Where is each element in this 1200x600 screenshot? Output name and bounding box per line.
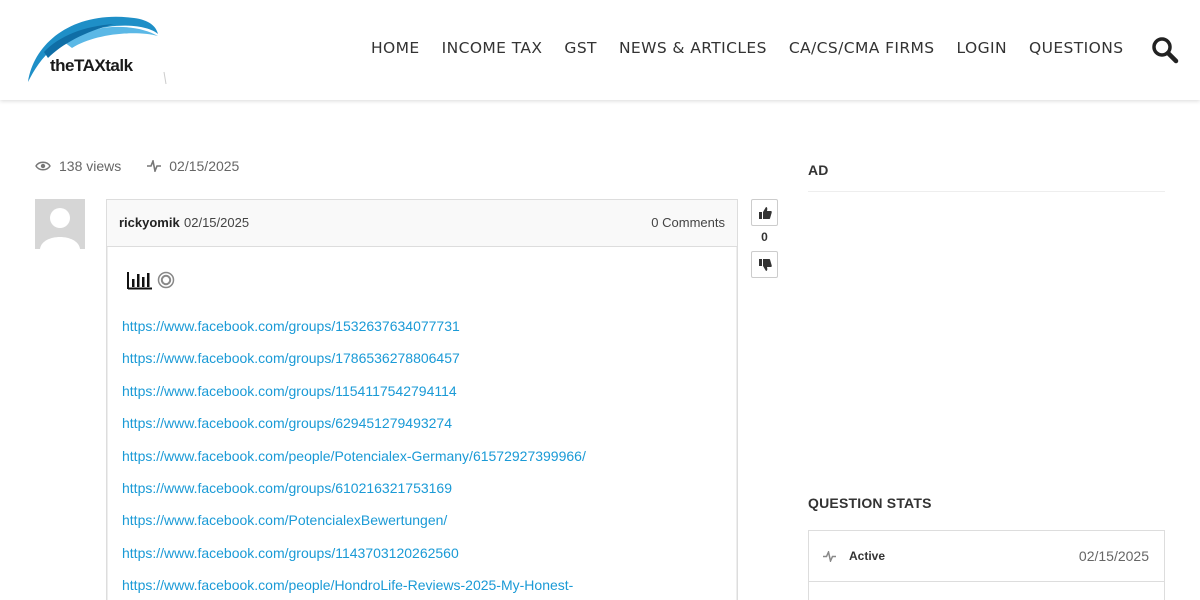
post-link[interactable]: https://www.facebook.com/groups/15326376… — [122, 316, 722, 336]
post-links: https://www.facebook.com/groups/15326376… — [122, 316, 722, 600]
post-header: rickyomik 02/15/2025 0 Comments — [107, 200, 737, 247]
site-header: theTAXtalk HOME INCOME TAX GST NEWS & AR… — [0, 0, 1200, 100]
bar-chart-icon — [127, 272, 152, 290]
question-post: rickyomik 02/15/2025 0 Comments https://… — [106, 199, 738, 600]
nav-questions[interactable]: QUESTIONS — [1018, 36, 1134, 60]
site-logo[interactable]: theTAXtalk — [24, 12, 169, 87]
stats-label: Active — [849, 549, 886, 563]
logo-text: theTAXtalk — [50, 56, 133, 75]
post-link[interactable]: https://www.facebook.com/PotencialexBewe… — [122, 510, 722, 530]
nav-gst[interactable]: GST — [553, 36, 608, 60]
record-icon — [157, 271, 175, 289]
vote-count: 0 — [761, 230, 768, 244]
post-link[interactable]: https://www.facebook.com/people/HondroLi… — [122, 575, 722, 595]
thumbs-up-icon — [758, 206, 772, 219]
ad-heading: AD — [808, 162, 829, 178]
post-embedded-icons — [127, 270, 175, 290]
thumbs-down-icon — [758, 258, 772, 271]
vote-down-button[interactable] — [751, 251, 778, 278]
main-nav: HOME INCOME TAX GST NEWS & ARTICLES CA/C… — [360, 36, 1134, 60]
activity-icon — [147, 160, 162, 172]
vote-up-button[interactable] — [751, 199, 778, 226]
search-icon[interactable] — [1151, 36, 1179, 64]
question-stats-box: Active 02/15/2025 — [808, 530, 1165, 600]
nav-income-tax[interactable]: INCOME TAX — [431, 36, 554, 60]
post-link[interactable]: https://www.facebook.com/groups/62945127… — [122, 413, 722, 433]
post-author[interactable]: rickyomik — [119, 215, 180, 230]
post-link[interactable]: https://www.facebook.com/people/Potencia… — [122, 446, 722, 466]
question-stats-heading: QUESTION STATS — [808, 495, 932, 511]
question-meta: 138 views 02/15/2025 — [35, 158, 239, 174]
post-date: 02/15/2025 — [184, 215, 250, 230]
ad-divider — [808, 191, 1165, 192]
nav-login[interactable]: LOGIN — [946, 36, 1018, 60]
nav-ca-cs-cma-firms[interactable]: CA/CS/CMA FIRMS — [778, 36, 946, 60]
nav-news-articles[interactable]: NEWS & ARTICLES — [608, 36, 778, 60]
post-link[interactable]: https://www.facebook.com/groups/61021632… — [122, 478, 722, 498]
views-count: 138 views — [59, 158, 122, 174]
user-placeholder-icon — [40, 208, 80, 249]
question-date: 02/15/2025 — [169, 158, 240, 174]
avatar[interactable] — [35, 199, 85, 249]
comments-count[interactable]: 0 Comments — [651, 215, 725, 230]
activity-icon — [823, 551, 836, 562]
stats-row-active: Active 02/15/2025 — [809, 531, 1164, 582]
post-link[interactable]: https://www.facebook.com/groups/17865362… — [122, 348, 722, 368]
nav-home[interactable]: HOME — [360, 36, 431, 60]
eye-icon — [35, 161, 51, 171]
stats-date: 02/15/2025 — [1078, 548, 1149, 564]
post-link[interactable]: https://www.facebook.com/groups/11541175… — [122, 381, 722, 401]
post-link[interactable]: https://www.facebook.com/groups/11437031… — [122, 543, 722, 563]
